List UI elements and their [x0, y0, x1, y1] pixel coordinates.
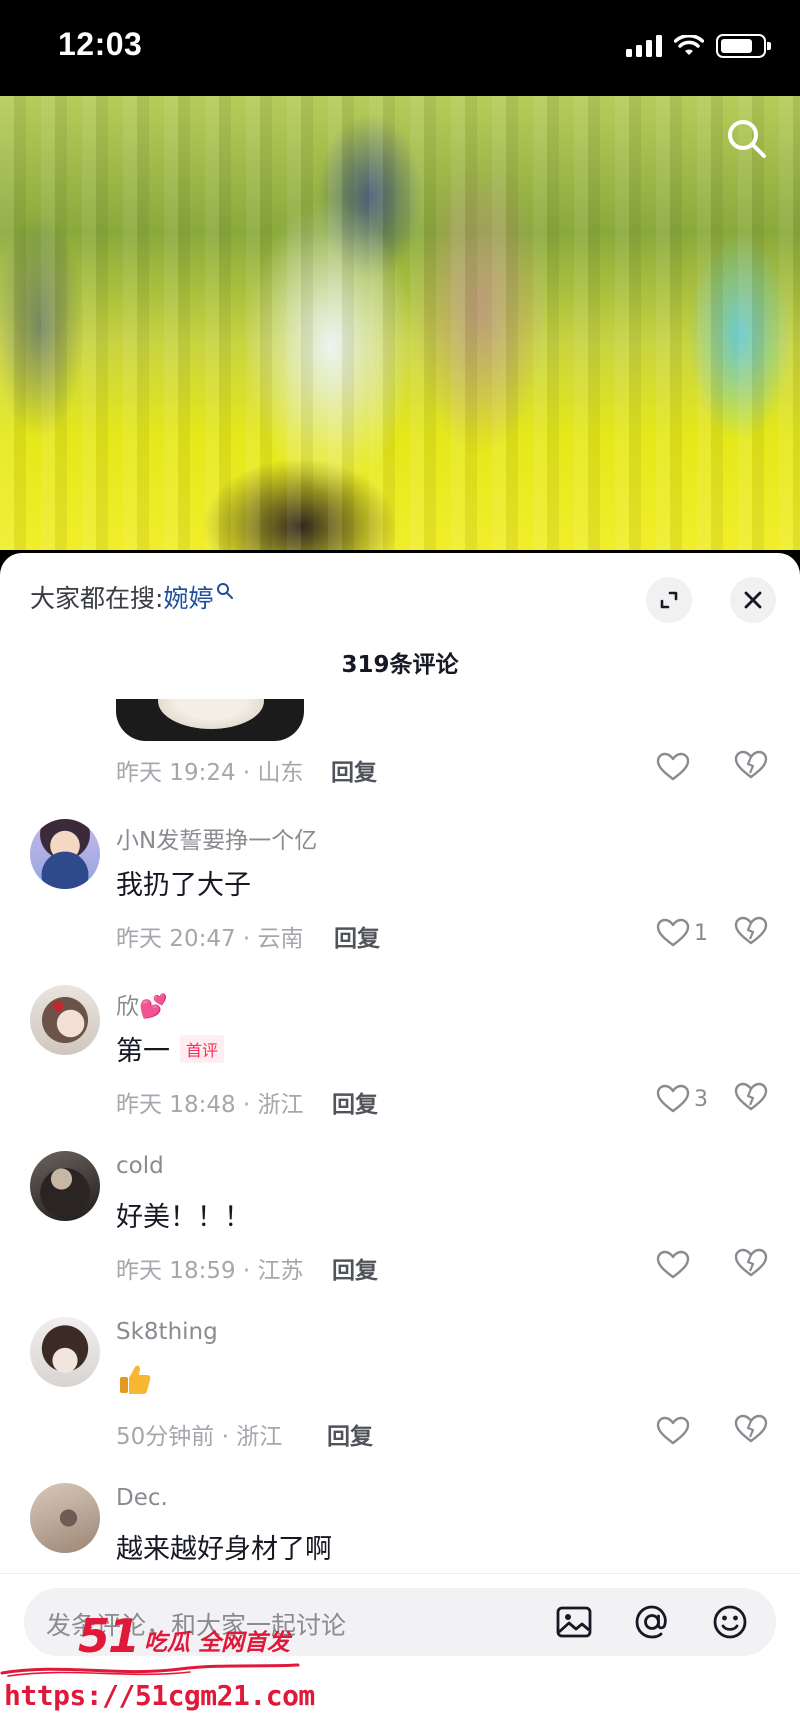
dislike-icon[interactable] — [734, 1413, 768, 1445]
comment-sheet: 大家都在搜: 婉婷 319条评论 昨天 19:24 · 山东 回复 小N发誓要挣… — [0, 553, 800, 1731]
status-icons — [626, 34, 771, 58]
comment-text-content: 第一 — [116, 1036, 170, 1067]
heart-icon — [656, 918, 690, 947]
comment-item: cold 好美！！！ 昨天 18:59 · 江苏 回复 — [0, 1151, 800, 1316]
comment-username[interactable]: cold — [116, 1153, 164, 1179]
cellular-signal-icon — [626, 35, 662, 57]
heart-icon — [656, 752, 690, 781]
like-button[interactable]: 1 — [640, 915, 710, 951]
comment-sheet-header: 大家都在搜: 婉婷 319条评论 — [0, 553, 800, 683]
comment-item: 昨天 19:24 · 山东 回复 — [0, 699, 800, 818]
reply-button[interactable]: 回复 — [332, 1085, 378, 1119]
like-button[interactable] — [640, 749, 710, 785]
expand-icon — [660, 591, 678, 609]
avatar[interactable] — [30, 1151, 100, 1221]
heart-icon — [656, 1416, 690, 1445]
video-player[interactable] — [0, 96, 800, 550]
at-icon[interactable] — [632, 1602, 672, 1642]
keyword-search-icon — [217, 583, 234, 599]
comment-list[interactable]: 昨天 19:24 · 山东 回复 小N发誓要挣一个亿 我扔了大子 昨天 20:4… — [0, 699, 800, 1571]
status-time: 12:03 — [58, 26, 143, 62]
close-button[interactable] — [730, 577, 776, 623]
watermark-tagline: 吃瓜 全网首发 — [144, 1630, 291, 1656]
dislike-icon[interactable] — [734, 1247, 768, 1279]
comment-username[interactable]: 欣💕 — [116, 987, 168, 1021]
battery-icon — [716, 34, 771, 58]
comment-text-content: 好美！！！ — [116, 1202, 251, 1233]
comment-text: 第一 首评 — [116, 1029, 225, 1068]
comment-text: 越来越好身材了啊 — [116, 1527, 332, 1566]
dislike-icon[interactable] — [734, 915, 768, 947]
like-count: 3 — [694, 1086, 708, 1112]
comment-text: 好美！！！ — [116, 1195, 251, 1234]
heart-icon — [656, 1250, 690, 1279]
like-button[interactable] — [640, 1413, 710, 1449]
status-bar: 12:03 — [0, 0, 800, 96]
comment-meta: 50分钟前 · 浙江 — [116, 1424, 283, 1450]
image-icon[interactable] — [554, 1602, 594, 1642]
hot-search-suggestion[interactable]: 大家都在搜: 婉婷 — [30, 579, 234, 615]
hot-search-prefix: 大家都在搜: — [30, 584, 164, 613]
hot-search-keyword[interactable]: 婉婷 — [163, 579, 213, 615]
like-button[interactable]: 3 — [640, 1081, 710, 1117]
comment-username[interactable]: 小N发誓要挣一个亿 — [116, 821, 317, 855]
comment-item: Sk8thing 👍 50分钟前 · 浙江 回复 — [0, 1317, 800, 1482]
dislike-icon[interactable] — [734, 1081, 768, 1113]
reply-button[interactable]: 回复 — [331, 753, 377, 787]
comment-username[interactable]: Sk8thing — [116, 1319, 218, 1345]
expand-button[interactable] — [646, 577, 692, 623]
heart-icon — [656, 1084, 690, 1113]
avatar[interactable] — [30, 1483, 100, 1553]
comment-text: 我扔了大子 — [116, 863, 251, 902]
watermark-url: https://51cgm21.com — [4, 1679, 315, 1712]
avatar[interactable] — [30, 1317, 100, 1387]
avatar[interactable] — [30, 819, 100, 889]
reply-button[interactable]: 回复 — [332, 1251, 378, 1285]
comment-text-content: 我扔了大子 — [116, 870, 251, 901]
reply-button[interactable]: 回复 — [327, 1417, 373, 1451]
comment-meta: 昨天 20:47 · 云南 — [116, 926, 304, 952]
comment-meta: 昨天 18:59 · 江苏 — [116, 1258, 304, 1284]
comment-text: 👍 — [116, 1361, 152, 1397]
dislike-icon[interactable] — [734, 749, 768, 781]
search-icon[interactable] — [724, 116, 770, 162]
first-comment-badge: 首评 — [180, 1034, 225, 1063]
comment-item: 欣💕 第一 首评 昨天 18:48 · 浙江 回复 3 — [0, 985, 800, 1150]
comment-text-content: 越来越好身材了啊 — [116, 1534, 332, 1565]
watermark-swoosh-icon — [0, 1663, 300, 1677]
like-count: 1 — [694, 920, 708, 946]
comment-count: 319条评论 — [341, 652, 459, 678]
close-icon — [744, 591, 762, 609]
comment-username[interactable]: Dec. — [116, 1485, 168, 1511]
wifi-icon — [674, 35, 704, 55]
comment-meta: 昨天 19:24 · 山东 — [116, 760, 304, 786]
comment-item: Dec. 越来越好身材了啊 — [0, 1483, 800, 1571]
thumbs-up-icon — [120, 1365, 151, 1394]
avatar[interactable] — [30, 985, 100, 1055]
like-button[interactable] — [640, 1247, 710, 1283]
watermark-brand: 51 — [78, 1609, 140, 1663]
comment-item: 小N发誓要挣一个亿 我扔了大子 昨天 20:47 · 云南 回复 1 — [0, 819, 800, 984]
emoji-icon[interactable] — [710, 1602, 750, 1642]
watermark-brand-line: 51 吃瓜 全网首发 — [78, 1609, 290, 1663]
comment-meta: 昨天 18:48 · 浙江 — [116, 1092, 304, 1118]
watermark: 51 吃瓜 全网首发 https://51cgm21.com — [0, 1605, 315, 1731]
reply-button[interactable]: 回复 — [334, 919, 380, 953]
